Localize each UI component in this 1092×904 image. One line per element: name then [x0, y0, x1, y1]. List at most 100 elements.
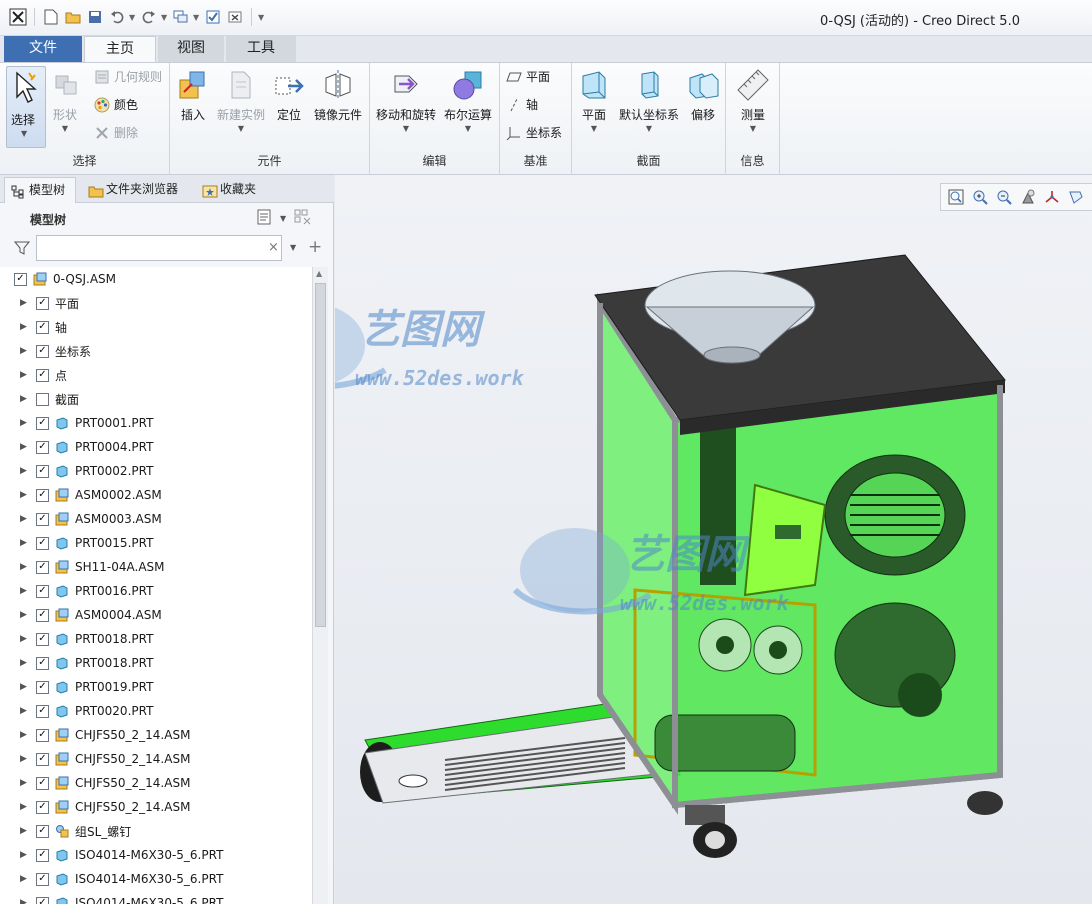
- tree-item[interactable]: ▶ ✓ ISO4014-M6X30-5_6.PRT: [0, 843, 312, 867]
- scroll-thumb[interactable]: [315, 283, 326, 627]
- expand-arrow-icon[interactable]: ▶: [20, 418, 30, 428]
- shape-button[interactable]: 形状 ▼: [50, 65, 80, 133]
- tree-item[interactable]: ▶ ✓ CHJFS50_2_14.ASM: [0, 723, 312, 747]
- tree-item[interactable]: ▶ ✓ 平面: [0, 291, 312, 315]
- add-filter-icon[interactable]: +: [308, 237, 322, 257]
- tree-item[interactable]: ▶ ✓ PRT0018.PRT: [0, 651, 312, 675]
- redo-dropdown-icon[interactable]: ▼: [161, 13, 169, 22]
- expand-arrow-icon[interactable]: ▶: [20, 850, 30, 860]
- visibility-checkbox[interactable]: ✓: [36, 512, 49, 526]
- move-rotate-button[interactable]: 移动和旋转 ▼: [374, 65, 438, 133]
- color-button[interactable]: 颜色: [94, 95, 138, 115]
- expand-arrow-icon[interactable]: ▶: [20, 634, 30, 644]
- tree-item[interactable]: ▶ ✓ PRT0016.PRT: [0, 579, 312, 603]
- tree-item[interactable]: ▶ ✓ PRT0001.PRT: [0, 411, 312, 435]
- expand-arrow-icon[interactable]: ▶: [20, 754, 30, 764]
- visibility-checkbox[interactable]: ✓: [36, 824, 49, 838]
- visibility-checkbox[interactable]: ✓: [36, 776, 49, 790]
- section-plane-button[interactable]: 平面 ▼: [576, 65, 612, 133]
- expand-arrow-icon[interactable]: ▶: [20, 514, 30, 524]
- visibility-checkbox[interactable]: ✓: [36, 488, 49, 502]
- app-icon[interactable]: [8, 7, 28, 27]
- filter-icon[interactable]: [13, 240, 31, 259]
- visibility-checkbox[interactable]: ✓: [36, 368, 49, 382]
- visibility-checkbox[interactable]: ✓: [36, 416, 49, 430]
- undo-dropdown-icon[interactable]: ▼: [129, 13, 137, 22]
- expand-arrow-icon[interactable]: ▶: [20, 730, 30, 740]
- tree-item[interactable]: ▶ ✓ PRT0015.PRT: [0, 531, 312, 555]
- tab-view[interactable]: 视图: [158, 36, 224, 62]
- delete-button[interactable]: 删除: [94, 123, 138, 143]
- visibility-checkbox[interactable]: ✓: [36, 440, 49, 454]
- expand-arrow-icon[interactable]: ▶: [20, 802, 30, 812]
- visibility-checkbox[interactable]: [36, 392, 49, 406]
- expand-arrow-icon[interactable]: ▶: [20, 874, 30, 884]
- offset-button[interactable]: 偏移: [684, 65, 722, 123]
- graphics-viewport[interactable]: 艺图网 www.52des.work 艺图网 www.52des.work: [335, 175, 1092, 904]
- visibility-checkbox[interactable]: ✓: [36, 656, 49, 670]
- visibility-checkbox[interactable]: ✓: [36, 584, 49, 598]
- tree-item[interactable]: ▶ ✓ PRT0004.PRT: [0, 435, 312, 459]
- tree-item[interactable]: ▶ ✓ SH11-04A.ASM: [0, 555, 312, 579]
- visibility-checkbox[interactable]: ✓: [36, 752, 49, 766]
- tree-item[interactable]: ▶ ✓ 点: [0, 363, 312, 387]
- scroll-up-icon[interactable]: ▲: [316, 269, 322, 278]
- boolean-button[interactable]: 布尔运算 ▼: [440, 65, 496, 133]
- tree-item[interactable]: ▶ ✓ CHJFS50_2_14.ASM: [0, 795, 312, 819]
- datum-plane-button[interactable]: 平面: [506, 67, 550, 87]
- new-file-icon[interactable]: [41, 7, 61, 27]
- tree-item[interactable]: ▶ ✓ ASM0004.ASM: [0, 603, 312, 627]
- measure-button[interactable]: 测量 ▼: [732, 65, 774, 133]
- visibility-checkbox[interactable]: ✓: [36, 848, 49, 862]
- expand-arrow-icon[interactable]: ▶: [20, 490, 30, 500]
- visibility-checkbox[interactable]: ✓: [36, 800, 49, 814]
- select-button[interactable]: 选择 ▼: [6, 66, 46, 148]
- tree-settings-dropdown-icon[interactable]: ▼: [280, 214, 286, 223]
- tree-item[interactable]: ▶ ✓ PRT0018.PRT: [0, 627, 312, 651]
- expand-arrow-icon[interactable]: ▶: [20, 658, 30, 668]
- close-window-icon[interactable]: [225, 7, 245, 27]
- tree-item[interactable]: ▶ ✓ CHJFS50_2_14.ASM: [0, 747, 312, 771]
- visibility-checkbox[interactable]: ✓: [36, 296, 49, 310]
- tree-item[interactable]: ▶ ✓ CHJFS50_2_14.ASM: [0, 771, 312, 795]
- tree-item[interactable]: ✓ 0-QSJ.ASM: [0, 267, 312, 291]
- datum-axis-button[interactable]: 轴: [506, 95, 538, 115]
- tree-item[interactable]: ▶ ✓ 轴: [0, 315, 312, 339]
- tree-item[interactable]: ▶ ✓ 组SL_螺钉: [0, 819, 312, 843]
- regenerate-icon[interactable]: [171, 7, 191, 27]
- tree-search-input[interactable]: [36, 235, 282, 261]
- visibility-checkbox[interactable]: ✓: [36, 632, 49, 646]
- expand-arrow-icon[interactable]: ▶: [20, 610, 30, 620]
- expand-arrow-icon[interactable]: ▶: [20, 538, 30, 548]
- expand-arrow-icon[interactable]: ▶: [20, 706, 30, 716]
- visibility-checkbox[interactable]: ✓: [36, 536, 49, 550]
- expand-arrow-icon[interactable]: ▶: [20, 778, 30, 788]
- visibility-checkbox[interactable]: ✓: [36, 704, 49, 718]
- tree-item[interactable]: ▶ ✓ ISO4014-M6X30-5_6.PRT: [0, 867, 312, 891]
- expand-arrow-icon[interactable]: ▶: [20, 562, 30, 572]
- expand-arrow-icon[interactable]: ▶: [20, 346, 30, 356]
- expand-arrow-icon[interactable]: ▶: [20, 370, 30, 380]
- checkbox-tool-icon[interactable]: [203, 7, 223, 27]
- filter-dropdown-icon[interactable]: ▼: [290, 243, 296, 252]
- datum-csys-button[interactable]: 坐标系: [506, 123, 562, 143]
- visibility-checkbox[interactable]: ✓: [36, 896, 49, 904]
- tree-scrollbar[interactable]: ▲: [312, 267, 328, 904]
- customize-qat-icon[interactable]: ▼: [258, 13, 266, 22]
- tree-item[interactable]: ▶ 截面: [0, 387, 312, 411]
- tree-item[interactable]: ▶ ✓ ASM0002.ASM: [0, 483, 312, 507]
- expand-arrow-icon[interactable]: ▶: [20, 442, 30, 452]
- tab-home[interactable]: 主页: [84, 36, 156, 63]
- tree-item[interactable]: ▶ ✓ ASM0003.ASM: [0, 507, 312, 531]
- visibility-checkbox[interactable]: ✓: [36, 872, 49, 886]
- expand-arrow-icon[interactable]: ▶: [20, 394, 30, 404]
- expand-arrow-icon[interactable]: ▶: [20, 682, 30, 692]
- insert-button[interactable]: 插入: [174, 65, 212, 123]
- visibility-checkbox[interactable]: ✓: [36, 680, 49, 694]
- tab-folder-browser[interactable]: 文件夹浏览器: [82, 177, 190, 203]
- expand-arrow-icon[interactable]: ▶: [20, 586, 30, 596]
- clear-search-icon[interactable]: ×: [268, 240, 279, 255]
- redo-icon[interactable]: [139, 7, 159, 27]
- tab-tools[interactable]: 工具: [226, 36, 296, 62]
- windows-dropdown-icon[interactable]: ▼: [193, 13, 201, 22]
